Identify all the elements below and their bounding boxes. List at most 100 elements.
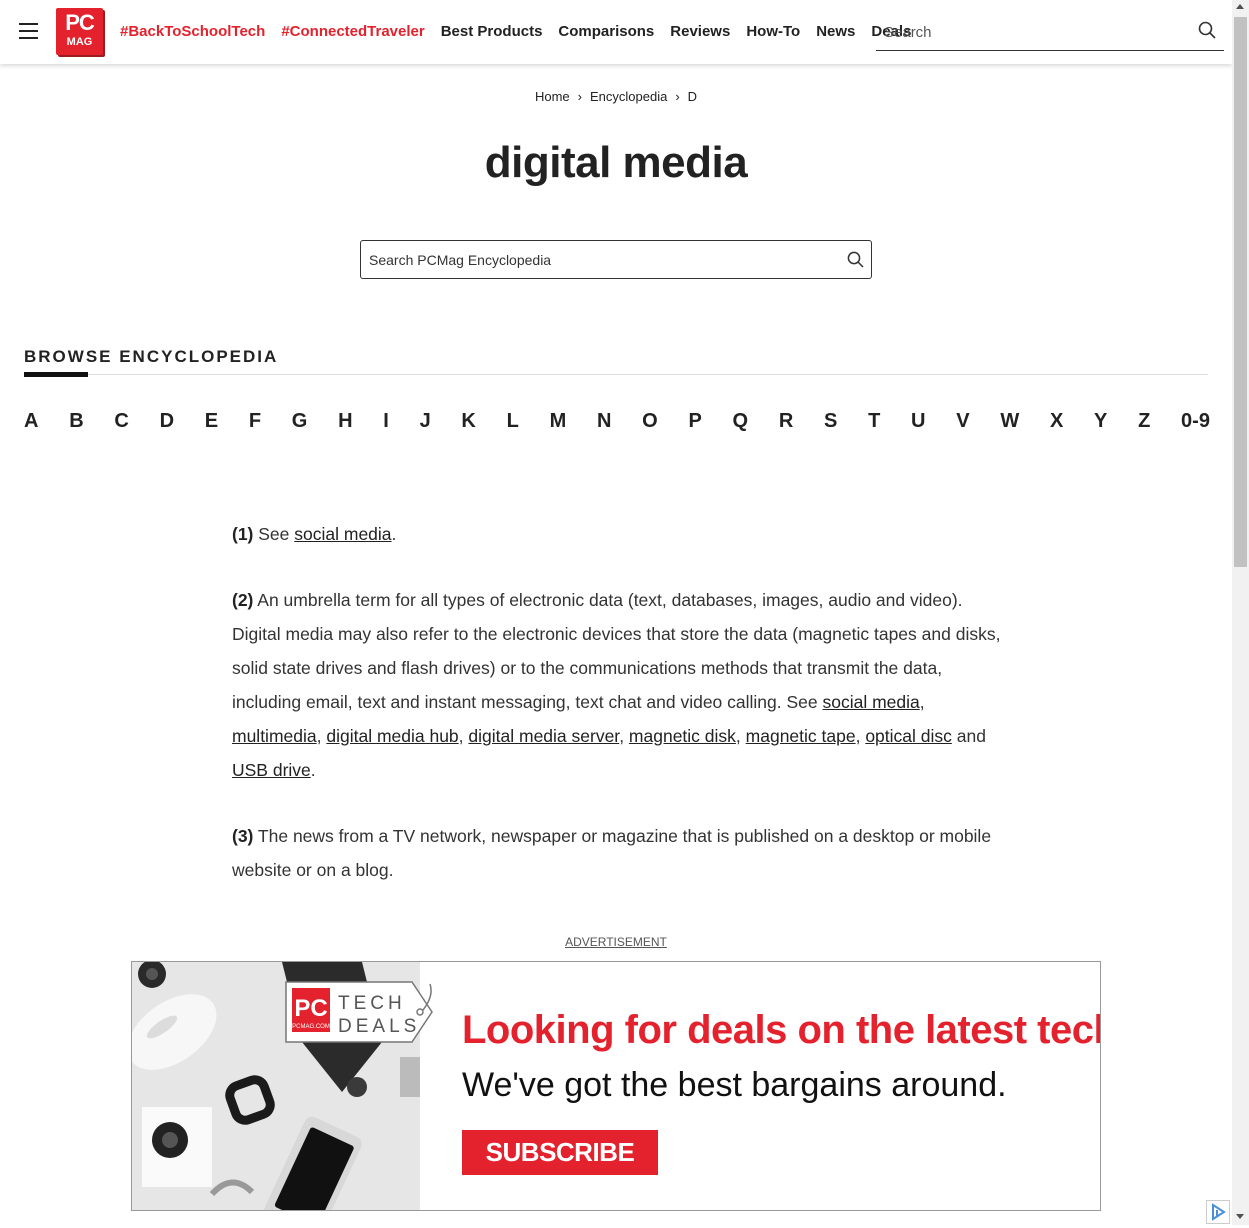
search-icon[interactable] — [847, 251, 864, 273]
letter-link[interactable]: J — [420, 410, 431, 433]
link-usb-drive[interactable]: USB drive — [232, 760, 311, 780]
letter-link[interactable]: T — [868, 410, 880, 433]
letter-index: A B C D E F G H I J K L M N O P Q R S T … — [24, 410, 1210, 433]
link-social-media[interactable]: social media — [823, 692, 920, 712]
badge-deals-text: DEALS — [338, 1016, 420, 1037]
definition-number: (1) — [232, 524, 254, 544]
letter-link[interactable]: Q — [733, 410, 749, 433]
search-icon[interactable] — [1198, 21, 1216, 44]
chevron-right-icon: › — [577, 89, 582, 104]
letter-link[interactable]: A — [24, 410, 38, 433]
letter-link[interactable]: I — [383, 410, 389, 433]
letter-link[interactable]: Z — [1138, 410, 1150, 433]
nav-item-reviews[interactable]: Reviews — [670, 23, 730, 40]
definition-paragraph-2: (2) An umbrella term for all types of el… — [232, 583, 1012, 787]
letter-link[interactable]: C — [114, 410, 128, 433]
ad-subheadline: We've got the best bargains around. — [462, 1066, 1007, 1104]
site-search-input[interactable] — [876, 14, 1186, 50]
breadcrumb: Home › Encyclopedia › D — [0, 89, 1232, 104]
encyclopedia-search-input[interactable] — [361, 241, 831, 278]
letter-link[interactable]: K — [461, 410, 475, 433]
menu-icon[interactable] — [19, 23, 38, 39]
letter-link[interactable]: V — [956, 410, 969, 433]
letter-link[interactable]: E — [205, 410, 218, 433]
link-magnetic-disk[interactable]: magnetic disk — [629, 726, 736, 746]
letter-link[interactable]: F — [249, 410, 261, 433]
separator: , — [735, 726, 746, 746]
letter-link[interactable]: 0-9 — [1181, 410, 1210, 433]
definition-paragraph-1: (1) See social media. — [232, 517, 1012, 551]
divider — [24, 374, 1208, 375]
link-digital-media-server[interactable]: digital media server — [468, 726, 619, 746]
letter-link[interactable]: X — [1050, 410, 1063, 433]
browse-heading: BROWSE ENCYCLOPEDIA — [24, 347, 279, 366]
adchoices-icon[interactable] — [1206, 1200, 1230, 1224]
definition-paragraph-3: (3) The news from a TV network, newspape… — [232, 819, 1012, 887]
site-search — [876, 14, 1224, 51]
nav-item-how-to[interactable]: How-To — [746, 23, 800, 40]
letter-link[interactable]: D — [160, 410, 174, 433]
page: PC MAG #BackToSchoolTech #ConnectedTrave… — [0, 0, 1232, 1225]
badge-tech-text: TECH — [338, 993, 406, 1014]
separator: , — [316, 726, 327, 746]
link-magnetic-tape[interactable]: magnetic tape — [746, 726, 856, 746]
nav-item-back-to-school[interactable]: #BackToSchoolTech — [120, 23, 265, 40]
tech-deals-ad[interactable]: PC PCMAG.COM TECH DEALS Looking for deal… — [131, 961, 1101, 1211]
link-multimedia[interactable]: multimedia — [232, 726, 317, 746]
scroll-up-arrow-icon[interactable] — [1236, 4, 1244, 9]
subscribe-now-button[interactable]: SUBSCRIBE NOW — [462, 1130, 658, 1210]
link-optical-disc[interactable]: optical disc — [865, 726, 952, 746]
separator: , — [919, 692, 925, 712]
letter-link[interactable]: R — [779, 410, 793, 433]
letter-link[interactable]: G — [292, 410, 308, 433]
letter-link[interactable]: H — [338, 410, 352, 433]
letter-link[interactable]: B — [69, 410, 83, 433]
letter-link[interactable]: U — [911, 410, 925, 433]
breadcrumb-letter[interactable]: D — [688, 89, 697, 104]
main-nav: #BackToSchoolTech #ConnectedTraveler Bes… — [120, 23, 911, 40]
letter-link[interactable]: O — [642, 410, 658, 433]
letter-link[interactable]: P — [688, 410, 701, 433]
definition-number: (3) — [232, 826, 254, 846]
advertisement-label: ADVERTISEMENT — [565, 935, 667, 949]
breadcrumb-encyclopedia[interactable]: Encyclopedia — [590, 89, 667, 104]
nav-item-best-products[interactable]: Best Products — [441, 23, 543, 40]
definition-text: . — [391, 524, 397, 544]
nav-item-comparisons[interactable]: Comparisons — [558, 23, 654, 40]
link-social-media[interactable]: social media — [294, 524, 391, 544]
letter-link[interactable]: L — [507, 410, 519, 433]
site-header: PC MAG #BackToSchoolTech #ConnectedTrave… — [0, 0, 1232, 64]
heading-underline — [24, 372, 88, 377]
separator: , — [458, 726, 469, 746]
pcmag-logo[interactable]: PC MAG — [56, 8, 103, 55]
vertical-scrollbar[interactable] — [1232, 0, 1249, 1225]
page-title: digital media — [484, 138, 748, 187]
logo-pc-text: PC — [65, 10, 95, 35]
breadcrumb-home[interactable]: Home — [535, 89, 570, 104]
separator: and — [951, 726, 986, 746]
letter-link[interactable]: Y — [1094, 410, 1107, 433]
nav-item-news[interactable]: News — [816, 23, 855, 40]
letter-link[interactable]: S — [824, 410, 837, 433]
letter-link[interactable]: N — [597, 410, 611, 433]
definition-number: (2) — [232, 590, 254, 610]
scrollbar-thumb[interactable] — [1234, 17, 1247, 567]
logo-mag-text: MAG — [66, 36, 93, 48]
ad-headline: Looking for deals on the latest tech? — [462, 1008, 1101, 1052]
letter-link[interactable]: M — [550, 410, 567, 433]
link-digital-media-hub[interactable]: digital media hub — [326, 726, 458, 746]
separator: , — [855, 726, 866, 746]
chevron-right-icon: › — [675, 89, 680, 104]
scroll-down-arrow-icon[interactable] — [1236, 1214, 1244, 1219]
letter-link[interactable]: W — [1000, 410, 1019, 433]
nav-item-connected-traveler[interactable]: #ConnectedTraveler — [281, 23, 424, 40]
definition-text: The news from a TV network, newspaper or… — [232, 826, 992, 880]
badge-pc-text: PC — [294, 995, 327, 1022]
definition-body: (1) See social media. (2) An umbrella te… — [232, 517, 1012, 919]
badge-site-text: PCMAG.COM — [292, 1024, 330, 1030]
separator: . — [310, 760, 316, 780]
separator: , — [619, 726, 629, 746]
tech-deals-badge: PC PCMAG.COM TECH DEALS — [284, 976, 434, 1048]
encyclopedia-search — [360, 240, 872, 279]
definition-text: See — [253, 524, 295, 544]
